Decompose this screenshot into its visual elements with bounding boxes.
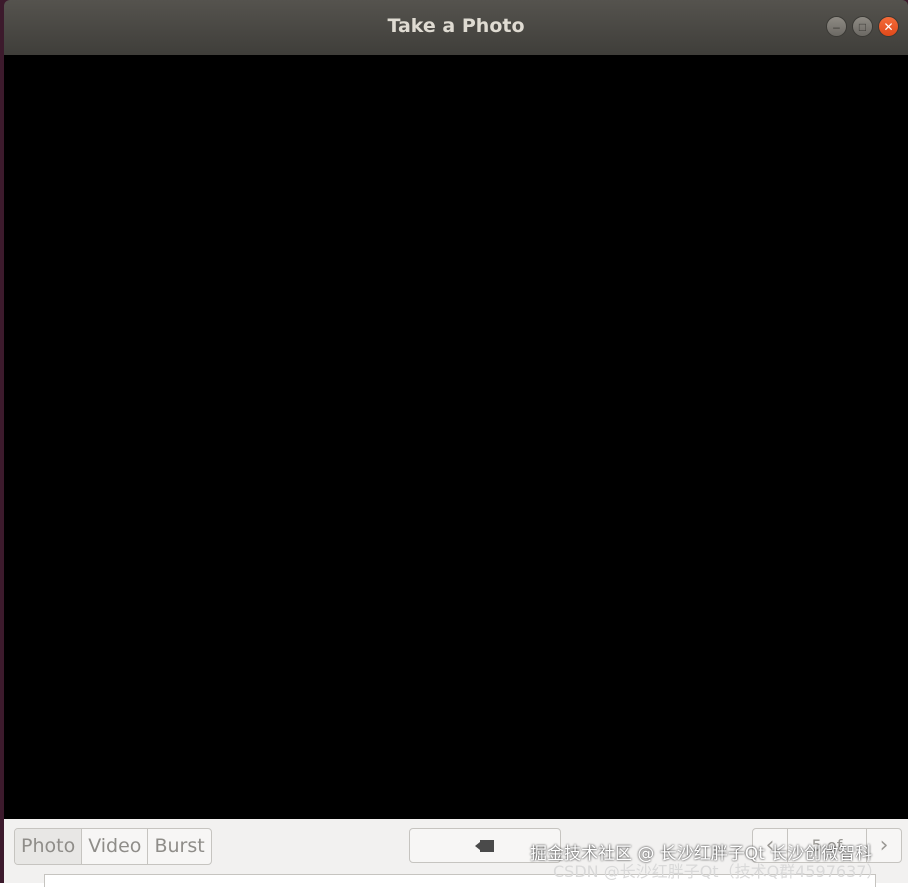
close-icon: ✕ — [883, 19, 894, 34]
minimize-icon: – — [833, 19, 840, 34]
close-button[interactable]: ✕ — [878, 16, 899, 37]
minimize-button[interactable]: – — [826, 16, 847, 37]
maximize-icon: □ — [858, 19, 867, 34]
mode-video-button[interactable]: Video — [82, 829, 149, 864]
mode-burst-button[interactable]: Burst — [148, 829, 210, 864]
title-bar[interactable]: Take a Photo – □ ✕ — [4, 0, 908, 55]
camera-icon — [475, 839, 495, 853]
app-window: Take a Photo – □ ✕ Photo Video Burst ‹ 5… — [0, 0, 908, 887]
mode-photo-button[interactable]: Photo — [15, 829, 83, 864]
watermark-line-2: CSDN @长沙红胖子Qt（技术Q群4597637） — [553, 862, 883, 881]
chevron-right-icon: › — [879, 833, 889, 858]
mode-switcher: Photo Video Burst — [14, 828, 212, 865]
maximize-button[interactable]: □ — [852, 16, 873, 37]
camera-viewfinder — [4, 55, 908, 819]
window-title: Take a Photo — [387, 15, 525, 37]
